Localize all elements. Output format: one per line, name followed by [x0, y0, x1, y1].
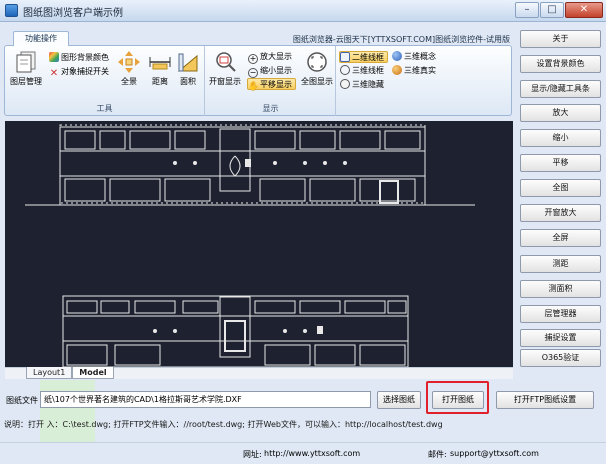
zoom-out-icon: −	[248, 68, 258, 78]
full-view-button[interactable]: 全图	[520, 179, 601, 197]
website-label: 网址:	[243, 450, 262, 459]
pan-display-button[interactable]: ✋平移显示	[247, 78, 296, 92]
concept-3d-button[interactable]: 三维概念	[392, 51, 436, 63]
app-icon	[5, 4, 18, 17]
display-group: 开窗显示 + 放大显示 − 缩小显示 ✋平移显示 全图显示 显示	[206, 46, 336, 116]
title-bar: 图纸图浏览客户端示例 – □ ✕	[0, 0, 606, 22]
set-bg-color-button[interactable]: 设置背景颜色	[520, 55, 601, 73]
tab-model[interactable]: Model	[72, 367, 114, 379]
ruler-icon	[149, 57, 171, 70]
tools-group: 图层管理 图形背景颜色 ✕ 对象捕捉开关 全景 距离 面积 工具	[5, 46, 205, 116]
zoom-in-label: 放大显示	[260, 52, 292, 61]
ribbon-panel: 图层管理 图形背景颜色 ✕ 对象捕捉开关 全景 距离 面积 工具 开窗显示 + …	[4, 45, 512, 116]
layer-manager-label: 图层管理	[10, 77, 42, 86]
wireframe-2d-icon	[340, 52, 350, 62]
website-link[interactable]: http://www.yttxsoft.com	[264, 449, 360, 458]
file-label: 图纸文件	[6, 396, 38, 405]
zoom-out-button[interactable]: 缩小	[520, 129, 601, 147]
wire-2d-label: 二维线框	[352, 53, 384, 62]
layer-manager-button[interactable]: 图层管理	[9, 50, 43, 87]
drawing-canvas[interactable]	[5, 121, 513, 367]
snap-toggle-button[interactable]: ✕ 对象捕捉开关	[49, 66, 109, 79]
window-title: 图纸图浏览客户端示例	[23, 8, 123, 19]
window-zoom-button[interactable]: 开窗放大	[520, 204, 601, 222]
window-zoom-icon	[216, 52, 236, 72]
email-label: 邮件:	[428, 450, 447, 459]
real-3d-label: 三维真实	[404, 66, 436, 75]
minimize-button[interactable]: –	[515, 2, 539, 18]
measure-distance-button[interactable]: 测距	[520, 255, 601, 273]
full-display-button[interactable]: 全图显示	[300, 50, 334, 87]
open-display-label: 开窗显示	[209, 77, 241, 86]
wire-2d-button[interactable]: 二维线框	[339, 51, 388, 63]
display-group-name: 显示	[262, 104, 279, 113]
zoom-in-button[interactable]: + 放大显示	[248, 51, 292, 64]
o365-verify-button[interactable]: O365验证	[520, 349, 601, 367]
hidden-3d-label: 三维隐藏	[352, 80, 384, 89]
tab-layout1[interactable]: Layout1	[26, 367, 73, 379]
zoom-in-icon: +	[248, 54, 258, 64]
wire-3d-button[interactable]: 三维线框	[340, 65, 384, 77]
palette-icon	[49, 52, 59, 62]
window-controls: – □ ✕	[515, 2, 603, 18]
full-display-label: 全图显示	[301, 77, 333, 86]
product-title: 图纸浏览器-云图天下[YTTXSOFT.COM]图纸浏览控件-试用版	[292, 35, 510, 44]
select-drawing-button[interactable]: 选择图纸	[377, 391, 421, 409]
ribbon: 功能操作 图纸浏览器-云图天下[YTTXSOFT.COM]图纸浏览控件-试用版 …	[4, 28, 512, 117]
layout-tabs: Layout1 Model	[26, 367, 114, 379]
full-view-label: 全景	[121, 77, 137, 86]
fullscreen-button[interactable]: 全屏	[520, 229, 601, 247]
snap-icon: ✕	[49, 68, 59, 79]
zoom-extents-icon	[307, 52, 327, 72]
tools-group-name: 工具	[96, 104, 113, 113]
occlusion-overlay	[40, 380, 95, 444]
close-button[interactable]: ✕	[565, 2, 603, 18]
footer: 网址: http://www.yttxsoft.com 邮件: support@…	[0, 442, 606, 464]
wireframe-3d-icon	[340, 65, 350, 75]
bg-color-label: 图形背景颜色	[61, 53, 109, 62]
concept-3d-label: 三维概念	[404, 52, 436, 61]
open-ftp-settings-button[interactable]: 打开FTP图纸设置	[496, 391, 594, 409]
pan-button[interactable]: 平移	[520, 154, 601, 172]
snap-toggle-label: 对象捕捉开关	[61, 67, 109, 76]
bg-color-button[interactable]: 图形背景颜色	[49, 52, 109, 64]
file-path-input[interactable]: 纸\107个世界著名建筑的CAD\1格拉斯哥艺术学院.DXF	[40, 391, 371, 408]
full-view-button[interactable]: 全景	[112, 50, 146, 87]
layer-manager-button[interactable]: 层管理器	[520, 305, 601, 323]
maximize-button[interactable]: □	[540, 2, 564, 18]
open-display-button[interactable]: 开窗显示	[208, 50, 242, 87]
toggle-toolbar-button[interactable]: 显示/隐藏工具条	[520, 80, 601, 98]
tab-function-ops[interactable]: 功能操作	[13, 31, 69, 46]
email-link[interactable]: support@yttxsoft.com	[450, 449, 539, 458]
hidden-3d-button[interactable]: 三维隐藏	[340, 79, 384, 91]
area-icon	[177, 53, 198, 72]
concept-3d-icon	[392, 51, 402, 61]
cad-floorplan	[25, 124, 475, 367]
layers-icon	[16, 51, 36, 73]
pan-display-label: 平移显示	[260, 80, 292, 89]
visual-style-group: 二维线框 三维线框 三维隐藏 三维概念 三维真实	[337, 46, 447, 116]
zoom-out-button[interactable]: − 缩小显示	[248, 65, 292, 78]
area-button[interactable]: 面积	[171, 50, 205, 87]
snap-settings-button[interactable]: 捕捉设置	[520, 329, 601, 347]
real-3d-icon	[392, 65, 402, 75]
move-arrows-icon	[118, 51, 140, 73]
zoom-out-label: 缩小显示	[260, 66, 292, 75]
measure-area-button[interactable]: 测面积	[520, 280, 601, 298]
hand-icon: ✋	[248, 82, 260, 92]
about-button[interactable]: 关于	[520, 30, 601, 48]
usage-hint: 说明：打开 入：C:\test.dwg; 打开FTP文件输入：//root/te…	[4, 420, 443, 429]
hidden-3d-icon	[340, 79, 350, 89]
zoom-in-button[interactable]: 放大	[520, 104, 601, 122]
highlight-box	[426, 381, 489, 414]
wire-3d-label: 三维线框	[352, 66, 384, 75]
area-label: 面积	[180, 77, 196, 86]
real-3d-button[interactable]: 三维真实	[392, 65, 436, 77]
distance-label: 距离	[152, 77, 168, 86]
